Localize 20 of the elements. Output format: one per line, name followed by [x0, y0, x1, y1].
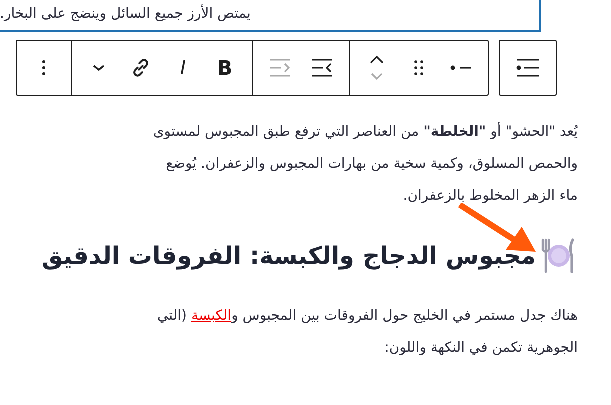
list-button[interactable]	[499, 40, 557, 96]
list-icon	[516, 58, 540, 78]
selected-text-block[interactable]: يمتص الأرز جميع السائل وينضج على البخار.	[0, 0, 541, 32]
paragraph-line: ماء الزهر المخلوط بالزعفران.	[402, 187, 578, 206]
drag-handle-icon	[414, 60, 424, 76]
chevron-down-icon	[92, 63, 106, 73]
more-options-icon	[42, 60, 46, 76]
italic-button[interactable]: I	[162, 41, 204, 95]
paragraph-line: هناك جدل مستمر في الخليج حول الفروقات بين المجبوس والكبسة (التي	[156, 307, 578, 326]
move-up-down-icon	[369, 55, 385, 81]
outdent-icon	[269, 58, 291, 78]
bold-button[interactable]: B	[204, 41, 246, 95]
paragraph-line: يُعد "الحشو" أو "الخلطة" من العناصر التي ترفع طبق المجبوس لمستوى	[152, 121, 578, 142]
indent-icon	[311, 58, 333, 78]
paragraph-text: يمتص الأرز جميع السائل وينضج على البخار.	[0, 6, 251, 22]
kabsa-link[interactable]: الكبسة	[191, 308, 232, 324]
paragraph-line: والحمص المسلوق، وكمية سخية من بهارات المجبوس والزعفران. يُوضع	[165, 155, 578, 174]
section-heading: مجبوس الدجاج والكبسة: الفروقات الدقيق	[42, 242, 536, 270]
bullet-list-style-icon	[450, 65, 472, 71]
paragraph-line: الجوهرية تكمن في النكهة واللون:	[384, 339, 578, 358]
